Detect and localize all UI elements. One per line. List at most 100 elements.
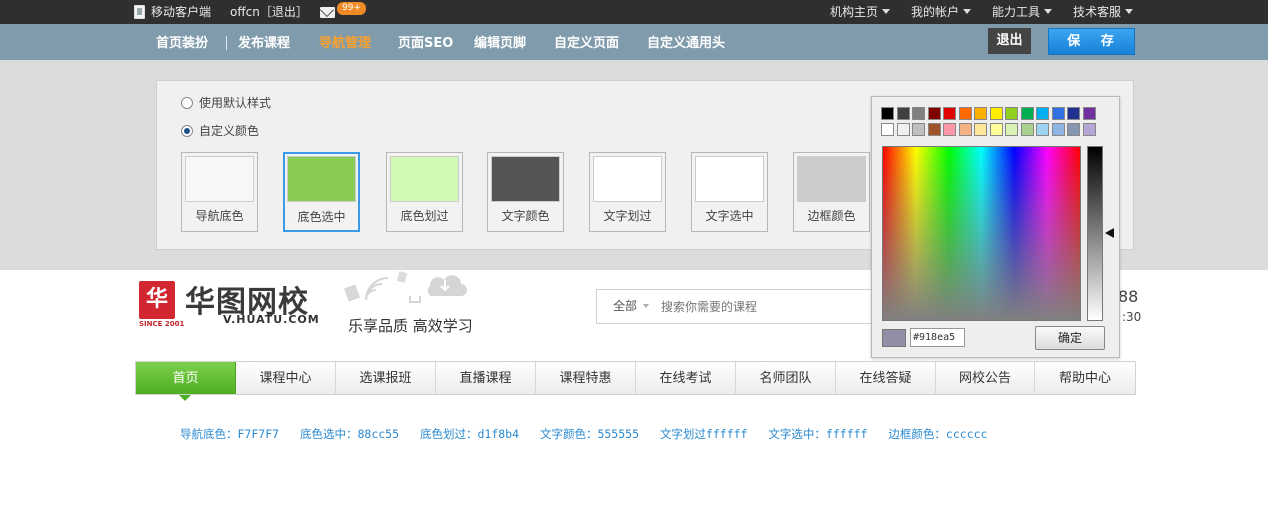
cloud-download-icon: [343, 271, 467, 303]
palette-color-cell[interactable]: [943, 123, 956, 136]
save-button[interactable]: 保 存: [1048, 28, 1135, 55]
swatch-chip: [695, 156, 764, 202]
hotline-number: 88: [1118, 287, 1139, 306]
swatch-nav-bg[interactable]: 导航底色: [181, 152, 258, 232]
palette-color-cell[interactable]: [974, 123, 987, 136]
palette-color-cell[interactable]: [1067, 123, 1080, 136]
menu-org-home[interactable]: 机构主页: [830, 0, 891, 24]
custom-color-label: 自定义颜色: [199, 124, 260, 138]
hex-color-input[interactable]: [910, 328, 965, 347]
color-preview: [882, 329, 906, 347]
palette-color-cell[interactable]: [1005, 123, 1018, 136]
palette-color-cell[interactable]: [881, 123, 894, 136]
swatch-label: 文字划过: [603, 209, 652, 223]
swatch-label: 底色选中: [297, 210, 346, 224]
palette-color-cell[interactable]: [1082, 123, 1096, 136]
nav-item-qa[interactable]: 在线答疑: [836, 362, 936, 394]
swatch-bg-hover[interactable]: 底色划过: [386, 152, 463, 232]
chevron-down-icon: [1044, 9, 1053, 14]
summary-text-selected: 文字选中：ffffff: [768, 427, 868, 441]
menu-my-account[interactable]: 我的帐户: [911, 0, 972, 24]
summary-border-color: 边框颜色：cccccc: [888, 427, 988, 441]
nav-item-courses[interactable]: 课程中心: [236, 362, 336, 394]
nav-item-live[interactable]: 直播课程: [436, 362, 536, 394]
custom-color-option[interactable]: 自定义颜色: [181, 123, 259, 139]
nav-item-notices[interactable]: 网校公告: [936, 362, 1035, 394]
hotline-time: :30: [1122, 310, 1142, 324]
swatch-chip: [797, 156, 866, 202]
radio-custom-color[interactable]: [181, 125, 193, 137]
swatch-chip: [491, 156, 560, 202]
palette-color-cell[interactable]: [912, 107, 925, 120]
summary-bg-hover: 底色划过：d1f8b4: [419, 427, 520, 441]
swatch-text-selected[interactable]: 文字选中: [691, 152, 768, 232]
palette-color-cell[interactable]: [1082, 107, 1096, 120]
admin-tab-seo[interactable]: 页面SEO: [398, 24, 453, 60]
palette-color-cell[interactable]: [1020, 123, 1034, 136]
menu-support[interactable]: 技术客服: [1073, 0, 1134, 24]
palette-color-cell[interactable]: [927, 123, 941, 136]
summary-text-color: 文字颜色：555555: [539, 427, 639, 441]
swatch-border-color[interactable]: 边框颜色: [793, 152, 870, 232]
nav-item-home[interactable]: 首页: [136, 362, 236, 394]
nav-item-exams[interactable]: 在线考试: [636, 362, 736, 394]
swatch-bg-selected[interactable]: 底色选中: [283, 152, 360, 232]
palette-color-cell[interactable]: [912, 123, 925, 136]
menu-support-label: 技术客服: [1073, 5, 1122, 19]
nav-item-deals[interactable]: 课程特惠: [536, 362, 636, 394]
admin-tab-home-decor[interactable]: 首页装扮: [156, 24, 208, 60]
palette-color-cell[interactable]: [1036, 107, 1049, 120]
admin-tab-nav-manage[interactable]: 导航管理: [319, 24, 371, 60]
swatch-chip: [390, 156, 459, 202]
logo-since-text: SINCE 2001: [139, 320, 185, 328]
search-box[interactable]: 全部: [596, 289, 886, 324]
search-input[interactable]: [661, 297, 871, 317]
swatch-chip: [185, 156, 254, 202]
luminance-slider[interactable]: [1087, 146, 1103, 321]
palette-color-cell[interactable]: [881, 107, 894, 120]
palette-color-cell[interactable]: [896, 123, 910, 136]
site-nav-bar: 首页 课程中心 选课报班 直播课程 课程特惠 在线考试 名师团队 在线答疑 网校…: [135, 361, 1136, 395]
summary-nav-bg: 导航底色：F7F7F7: [180, 427, 280, 441]
admin-tab-custom-header[interactable]: 自定义通用头: [647, 24, 725, 60]
mobile-phone-icon[interactable]: [134, 5, 145, 19]
palette-color-cell[interactable]: [974, 107, 987, 120]
search-category-select[interactable]: 全部: [613, 290, 650, 323]
menu-org-home-label: 机构主页: [830, 5, 879, 19]
palette-color-cell[interactable]: [927, 107, 941, 120]
swatch-label: 导航底色: [195, 209, 244, 223]
exit-button[interactable]: 退出: [988, 28, 1031, 54]
nav-item-help[interactable]: 帮助中心: [1035, 362, 1135, 394]
nav-item-teachers[interactable]: 名师团队: [736, 362, 836, 394]
color-spectrum[interactable]: [882, 146, 1081, 321]
admin-tab-footer[interactable]: 编辑页脚: [474, 24, 526, 60]
mobile-client-link[interactable]: 移动客户端: [151, 0, 211, 24]
palette-color-cell[interactable]: [1005, 107, 1018, 120]
admin-tab-publish-course[interactable]: 发布课程: [238, 24, 290, 60]
palette-color-cell[interactable]: [958, 107, 972, 120]
palette-color-cell[interactable]: [958, 123, 972, 136]
huatu-logo-mark[interactable]: 华: [139, 281, 175, 319]
palette-color-cell[interactable]: [1036, 123, 1049, 136]
user-logout-link[interactable]: offcn［退出］: [230, 0, 308, 24]
palette-color-cell[interactable]: [1051, 107, 1065, 120]
palette-color-cell[interactable]: [989, 123, 1003, 136]
palette-color-cell[interactable]: [989, 107, 1003, 120]
menu-tools[interactable]: 能力工具: [992, 0, 1053, 24]
default-style-option[interactable]: 使用默认样式: [181, 95, 271, 111]
confirm-button[interactable]: 确定: [1035, 326, 1105, 350]
mail-icon[interactable]: [320, 7, 335, 18]
palette-color-cell[interactable]: [1051, 123, 1065, 136]
swatch-text-color[interactable]: 文字颜色: [487, 152, 564, 232]
nav-item-enroll[interactable]: 选课报班: [336, 362, 436, 394]
luminance-handle-icon[interactable]: [1105, 228, 1114, 238]
palette-color-cell[interactable]: [1067, 107, 1080, 120]
swatch-text-hover[interactable]: 文字划过: [589, 152, 666, 232]
palette-color-cell[interactable]: [943, 107, 956, 120]
palette-color-cell[interactable]: [896, 107, 910, 120]
color-summary: 导航底色：F7F7F7 底色选中：88cc55 底色划过：d1f8b4 文字颜色…: [180, 426, 1001, 442]
radio-default-style[interactable]: [181, 97, 193, 109]
palette-color-cell[interactable]: [1020, 107, 1034, 120]
admin-tab-custom-page[interactable]: 自定义页面: [554, 24, 619, 60]
chevron-down-icon: [963, 9, 972, 14]
